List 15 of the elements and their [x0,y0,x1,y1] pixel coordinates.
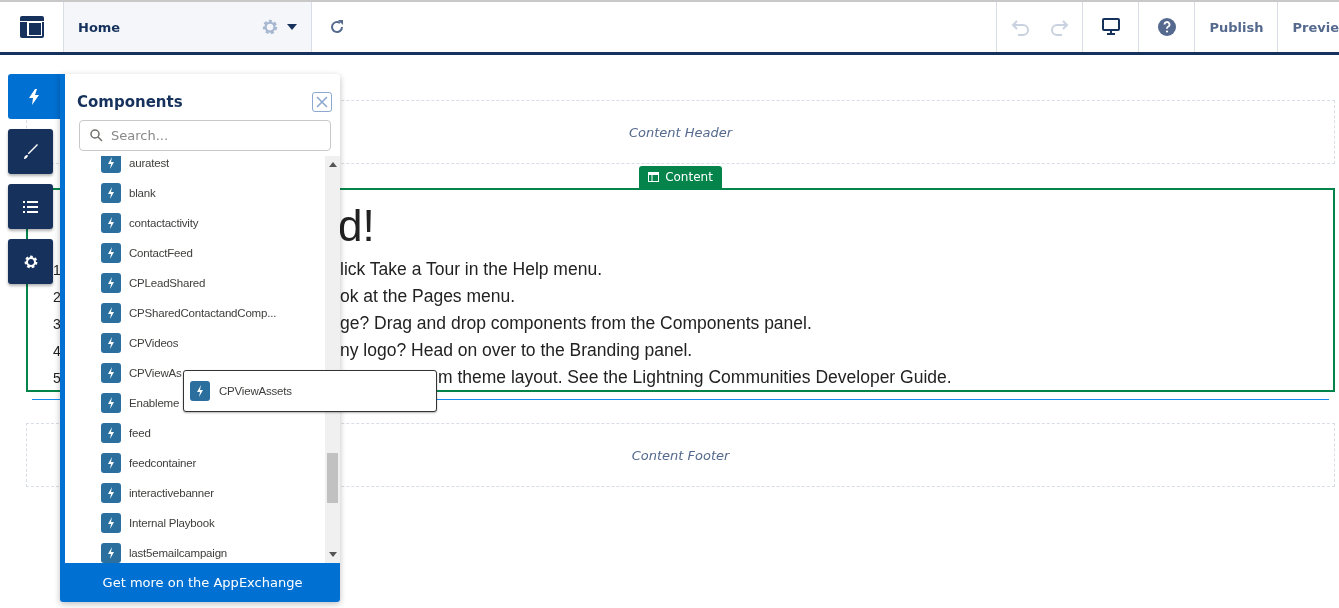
panel-title: Components [77,93,183,111]
list-text: ge? Drag and drop components from the Components panel. [340,313,812,334]
heading-text: d! [338,201,375,251]
list-text: m theme layout. See the Lightning Communities Developer Guide. [438,367,952,388]
list-number: 5 [53,369,61,386]
list-text: lick Take a Tour in the Help menu. [340,259,602,280]
region-label: Content Header [628,124,733,140]
list-text: ny logo? Head on over to the Branding panel. [340,340,693,361]
region-label: Content Footer [631,447,730,463]
list-number: 4 [53,342,61,359]
list-number: 3 [53,315,61,332]
list-text: ok at the Pages menu. [340,286,516,307]
component-name: CPViewAssets [219,385,292,397]
list-number: 1 [53,261,61,278]
list-number: 2 [53,288,61,305]
